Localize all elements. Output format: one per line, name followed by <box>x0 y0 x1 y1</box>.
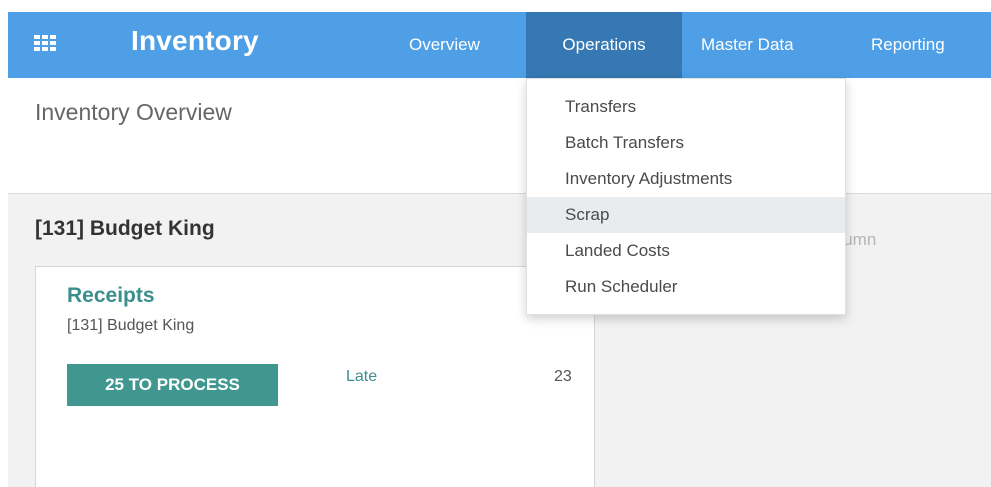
to-process-button[interactable]: 25 TO PROCESS <box>67 364 278 406</box>
app-title: Inventory <box>131 25 259 56</box>
menu-item-transfers[interactable]: Transfers <box>527 89 845 125</box>
menu-item-landed-costs[interactable]: Landed Costs <box>527 233 845 269</box>
nav-overview[interactable]: Overview <box>409 12 480 78</box>
page-title: Inventory Overview <box>35 99 232 125</box>
kanban-group-title: [131] Budget King <box>35 217 215 240</box>
nav-operations[interactable]: Operations <box>526 12 682 78</box>
nav-master-data[interactable]: Master Data <box>701 12 794 78</box>
menu-item-inventory-adjustments[interactable]: Inventory Adjustments <box>527 161 845 197</box>
operations-dropdown-menu: Transfers Batch Transfers Inventory Adju… <box>526 78 846 315</box>
late-link[interactable]: Late <box>346 368 377 386</box>
apps-grid-icon[interactable] <box>34 35 56 51</box>
menu-item-batch-transfers[interactable]: Batch Transfers <box>527 125 845 161</box>
nav-reporting[interactable]: Reporting <box>871 12 945 78</box>
app-window: Inventory Overview Operations Master Dat… <box>8 12 991 487</box>
card-subtitle: [131] Budget King <box>67 317 195 334</box>
receipts-card: Receipts [131] Budget King 25 TO PROCESS… <box>35 266 595 487</box>
late-count: 23 <box>554 368 572 385</box>
top-navbar: Inventory Overview Operations Master Dat… <box>8 12 991 78</box>
menu-item-run-scheduler[interactable]: Run Scheduler <box>527 269 845 305</box>
card-title[interactable]: Receipts <box>67 284 155 308</box>
menu-item-scrap[interactable]: Scrap <box>527 197 845 233</box>
